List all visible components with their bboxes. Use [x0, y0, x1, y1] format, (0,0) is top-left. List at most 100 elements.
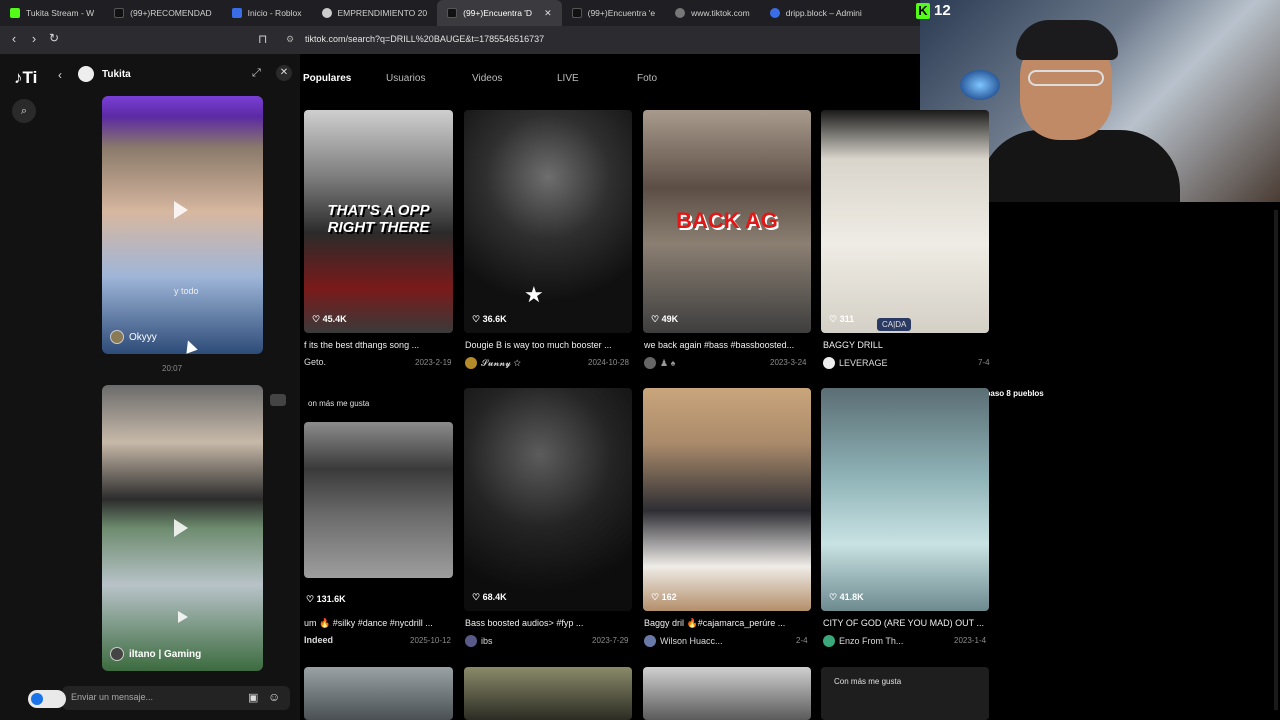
video-card[interactable]: BACK AG ♡ 49K	[643, 110, 811, 333]
video-date: 2024-10-28	[588, 358, 629, 367]
tiktok-favicon-icon	[571, 8, 582, 18]
video-caption[interactable]: CITY OF GOD (ARE YOU MAD) OUT ...	[823, 618, 990, 628]
video-author[interactable]: iltano | Gaming	[110, 647, 201, 661]
like-count: ♡ 68.4K	[472, 592, 507, 602]
tab-foto[interactable]: Foto	[637, 73, 657, 84]
video-overlay-text: THAT'S A OPP RIGHT THERE	[327, 202, 430, 236]
play-icon[interactable]	[174, 201, 188, 219]
forward-arrow-icon[interactable]: ›	[24, 31, 44, 46]
video-card[interactable]: ♡ 41.8K	[821, 388, 989, 611]
tab-usuarios[interactable]: Usuarios	[386, 73, 425, 84]
tiktok-logo[interactable]: ♪Ti	[14, 68, 37, 88]
chat-title: Tukita	[102, 69, 131, 80]
video-author[interactable]: Indeed	[304, 635, 333, 645]
video-card[interactable]: ★ ♡ 36.6K	[464, 110, 632, 333]
site-info-icon[interactable]: ⚙	[286, 34, 294, 45]
chevron-left-icon[interactable]: ‹	[58, 68, 62, 82]
video-author[interactable]: 𝓢𝓾𝓷𝓷𝔂 ☆	[465, 357, 521, 369]
video-date: 2-4	[796, 636, 808, 645]
tab-live[interactable]: LIVE	[557, 73, 579, 84]
video-card[interactable]: ♡ 68.4K	[464, 388, 632, 611]
like-count: ♡ 45.4K	[312, 314, 347, 324]
kick-favicon-icon	[10, 8, 20, 18]
video-caption[interactable]: we back again #bass #bassboosted...	[644, 340, 811, 350]
viewer-count-badge: K 12	[916, 2, 951, 19]
search-icon[interactable]: ⌕	[12, 99, 36, 123]
tiktok-favicon-icon	[114, 8, 125, 18]
browser-tab-active[interactable]: (99+)Encuentra 'D ✕	[437, 0, 562, 26]
avatar[interactable]	[78, 66, 94, 82]
browser-tab[interactable]: dripp.block – Admini	[760, 0, 872, 26]
back-arrow-icon[interactable]: ‹	[4, 31, 24, 46]
viewer-count: 12	[934, 2, 951, 19]
most-liked-label: on más me gusta	[308, 399, 370, 408]
like-count: ♡ 311	[829, 314, 855, 324]
page-favicon-icon	[321, 8, 332, 18]
video-overlay-text: BACK AG	[676, 208, 778, 233]
video-card[interactable]	[304, 667, 453, 720]
tiktok-favicon-icon	[447, 8, 458, 18]
video-author[interactable]: LEVERAGE	[823, 357, 888, 369]
toggle-switch[interactable]	[28, 690, 66, 708]
video-date: 2023-1-4	[954, 636, 987, 645]
video-date: 2023-7-29	[592, 636, 629, 645]
shared-video-message[interactable]: iltano | Gaming	[102, 385, 263, 671]
message-input-placeholder: Enviar un mensaje...	[71, 692, 154, 702]
close-icon[interactable]: ✕	[276, 65, 292, 81]
video-author[interactable]: Wilson Huacc...	[644, 635, 723, 647]
browser-tab[interactable]: www.tiktok.com	[665, 0, 760, 26]
like-count: ♡ 162	[651, 592, 677, 602]
video-author[interactable]: ♟ ♠	[644, 357, 679, 369]
video-card[interactable]: THAT'S A OPP RIGHT THERE ♡ 45.4K	[304, 110, 453, 333]
close-tab-icon[interactable]: ✕	[544, 8, 552, 19]
video-caption[interactable]: um 🔥 #silky #dance #nycdrill ...	[304, 618, 453, 629]
avatar	[644, 635, 656, 647]
video-caption[interactable]: Dougie B is way too much booster ...	[465, 340, 632, 350]
video-card[interactable]	[643, 667, 811, 720]
browser-tab[interactable]: Inicio - Roblox	[222, 0, 312, 26]
video-date: 2025-10-12	[410, 636, 451, 645]
browser-tab[interactable]: Tukita Stream - W	[0, 0, 104, 26]
browser-tab[interactable]: (99+)RECOMENDAD	[104, 0, 221, 26]
image-icon[interactable]: ▣	[248, 691, 258, 704]
browser-tab[interactable]: EMPRENDIMIENTO 20	[312, 0, 438, 26]
roblox-favicon-icon	[231, 8, 242, 18]
video-author[interactable]: Geto.	[304, 357, 326, 367]
message-input[interactable]: Enviar un mensaje... ▣ ☺	[28, 686, 290, 710]
video-author[interactable]: Okyyy	[110, 330, 157, 344]
emoji-icon[interactable]: ☺	[268, 690, 280, 704]
message-timestamp: 20:07	[162, 364, 183, 373]
avatar	[644, 357, 656, 369]
tab-populares[interactable]: Populares	[303, 73, 351, 84]
browser-tab[interactable]: (99+)Encuentra 'e	[562, 0, 666, 26]
search-tabs: Populares Usuarios Videos LIVE Foto	[300, 66, 920, 92]
tab-videos[interactable]: Videos	[472, 73, 502, 84]
like-count: ♡ 131.6K	[306, 594, 346, 604]
url-text[interactable]: tiktok.com/search?q=DRILL%20BAUGE&t=1785…	[305, 34, 544, 44]
kick-logo-icon: K	[916, 2, 930, 19]
like-count: ♡ 36.6K	[472, 314, 507, 324]
play-icon[interactable]	[178, 611, 188, 623]
address-bar: ‹ › ↻ ⊓ ⚙ tiktok.com/search?q=DRILL%20BA…	[0, 26, 920, 54]
video-card[interactable]: CA|DA ♡ 311	[821, 110, 989, 333]
video-caption[interactable]: BAGGY DRILL	[823, 340, 990, 350]
video-card[interactable]: ♡ 162	[643, 388, 811, 611]
play-icon[interactable]	[174, 519, 188, 537]
avatar	[110, 330, 124, 344]
video-card[interactable]	[464, 667, 632, 720]
avatar	[465, 635, 477, 647]
reload-icon[interactable]: ↻	[44, 31, 64, 45]
lamp-glow	[960, 70, 1000, 100]
video-author[interactable]: Enzo From Th...	[823, 635, 903, 647]
video-date: 7-4	[978, 358, 990, 367]
bookmark-icon[interactable]: ⊓	[258, 32, 267, 46]
video-caption[interactable]: f its the best dthangs song ...	[304, 340, 453, 350]
video-caption[interactable]: Bass boosted audios> #fyp ...	[465, 618, 632, 628]
expand-icon[interactable]: ⤢	[252, 67, 261, 80]
video-card[interactable]	[304, 422, 453, 578]
shared-video-message[interactable]: y todo Okyyy	[102, 96, 263, 354]
video-caption[interactable]: Baggy dril 🔥#cajamarca_perúre ...	[644, 618, 811, 629]
video-card[interactable]: Con más me gusta	[821, 667, 989, 720]
video-author[interactable]: ibs	[465, 635, 493, 647]
scrollbar[interactable]	[1274, 210, 1278, 710]
